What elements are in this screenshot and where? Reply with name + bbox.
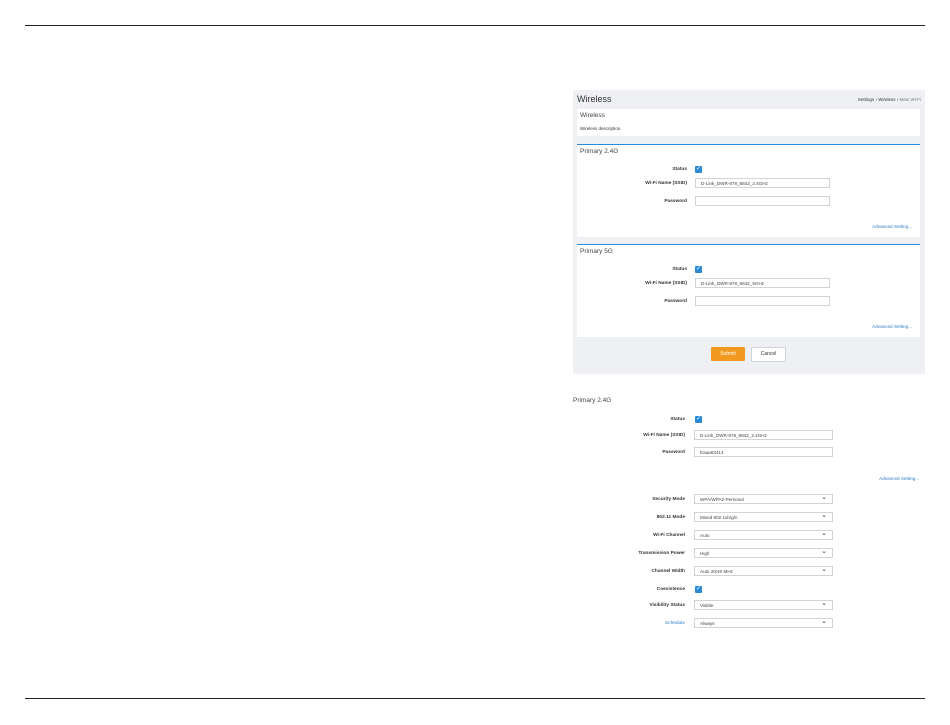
transmission-power-label: Transmission Power [638, 551, 685, 556]
advanced-setting-link[interactable]: Advanced Setting... [872, 324, 912, 329]
breadcrumb-current: Main Wi-Fi [899, 97, 922, 102]
coexistence-checkbox[interactable]: ✓ [695, 586, 702, 593]
breadcrumb-settings[interactable]: Settings [858, 97, 874, 102]
checkmark-icon: ✓ [695, 586, 702, 592]
visibility-status-select[interactable]: Visible [694, 599, 833, 610]
wifi-channel-select[interactable]: Auto [694, 529, 833, 540]
breadcrumb-wireless[interactable]: Wireless [878, 97, 895, 102]
card-title: Wireless [580, 112, 605, 119]
breadcrumb: Settings › Wireless › Main Wi-Fi [858, 97, 921, 102]
ssid-label: Wi-Fi Name (SSID) [645, 281, 687, 286]
channel-width-label: Channel Width [651, 569, 685, 574]
wifi-channel-label: Wi-Fi Channel [653, 533, 685, 538]
wireless-settings-panel: Wireless Settings › Wireless › Main Wi-F… [573, 90, 925, 374]
password-label: Password [664, 199, 687, 204]
section-title: Primary 2.4G [573, 397, 612, 404]
bottom-rule [25, 698, 925, 699]
password-label: Password [662, 450, 685, 455]
password-input[interactable]: Eaaa63414 [694, 447, 833, 457]
ssid-input[interactable]: D-Link_DWR-978_8842_2.4GHz [694, 430, 833, 440]
ssid-label: Wi-Fi Name (SSID) [645, 181, 687, 186]
breadcrumb-separator: › [896, 97, 899, 102]
ssid-input[interactable]: D-Link_DWR-978_8842_5GHz [695, 278, 830, 288]
schedule-link[interactable]: Schedule [615, 621, 685, 626]
channel-width-select[interactable]: Auto 20/40 MHz [694, 565, 833, 576]
status-checkbox[interactable]: ✓ [695, 266, 702, 273]
top-rule [25, 25, 925, 26]
cancel-button[interactable]: Cancel [751, 347, 786, 362]
80211-mode-select[interactable]: Mixed 802.11b/g/n [694, 511, 833, 522]
status-checkbox[interactable]: ✓ [695, 416, 702, 423]
password-input[interactable] [695, 296, 830, 306]
advanced-setting-link[interactable]: Advanced Setting... [872, 224, 912, 229]
ssid-label: Wi-Fi Name (SSID) [643, 433, 685, 438]
status-label: Status [672, 167, 687, 172]
card-title: Primary 5G [580, 248, 613, 255]
transmission-power-select[interactable]: High [694, 547, 833, 558]
80211-mode-label: 802.11 Mode [656, 515, 685, 520]
password-label: Password [664, 299, 687, 304]
primary-24g-advanced-section: Primary 2.4G Status ✓ Wi-Fi Name (SSID) … [573, 395, 925, 640]
checkmark-icon: ✓ [695, 266, 702, 272]
checkmark-icon: ✓ [695, 166, 702, 172]
submit-button[interactable]: Submit [711, 347, 745, 361]
schedule-select[interactable]: Always [694, 617, 833, 628]
status-label: Status [670, 417, 685, 422]
status-checkbox[interactable]: ✓ [695, 166, 702, 173]
card-title: Primary 2.4G [580, 148, 619, 155]
ssid-input[interactable]: D-Link_DWR-978_8842_2.4GHz [695, 178, 830, 188]
page-title: Wireless [577, 94, 612, 104]
coexistence-label: Coexistence [656, 587, 685, 592]
breadcrumb-separator: › [875, 97, 877, 102]
primary-5g-card: Primary 5G Status ✓ Wi-Fi Name (SSID) D-… [577, 244, 920, 337]
wireless-info-card: Wireless Wireless description. [577, 109, 920, 136]
advanced-setting-link[interactable]: Advanced Setting... [879, 476, 919, 481]
security-mode-label: Security Mode [652, 497, 685, 502]
primary-24g-card: Primary 2.4G Status ✓ Wi-Fi Name (SSID) … [577, 144, 920, 237]
status-label: Status [672, 267, 687, 272]
password-input[interactable] [695, 196, 830, 206]
card-description: Wireless description. [580, 126, 622, 131]
checkmark-icon: ✓ [695, 416, 702, 422]
security-mode-select[interactable]: WPA/WPA2-Personal [694, 493, 833, 504]
visibility-status-label: Visibility Status [649, 603, 685, 608]
